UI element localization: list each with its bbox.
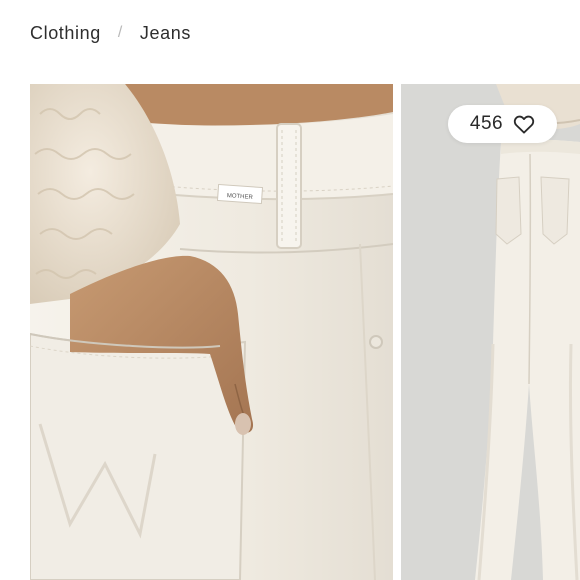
heart-outline-icon (513, 115, 535, 134)
product-photo-full-back[interactable] (401, 84, 580, 580)
product-photo-back-pocket[interactable]: MOTHER (30, 84, 393, 580)
product-photo-full-back-image (401, 84, 580, 580)
breadcrumb-jeans[interactable]: Jeans (140, 23, 191, 44)
product-gallery: MOTHER (0, 84, 580, 580)
breadcrumb-clothing[interactable]: Clothing (30, 23, 101, 44)
like-count: 456 (469, 113, 504, 134)
breadcrumb: Clothing / Jeans (30, 20, 191, 46)
breadcrumb-separator: / (117, 24, 123, 41)
product-photo-back-pocket-image: MOTHER (30, 84, 393, 580)
like-button[interactable]: 456 (448, 105, 557, 143)
